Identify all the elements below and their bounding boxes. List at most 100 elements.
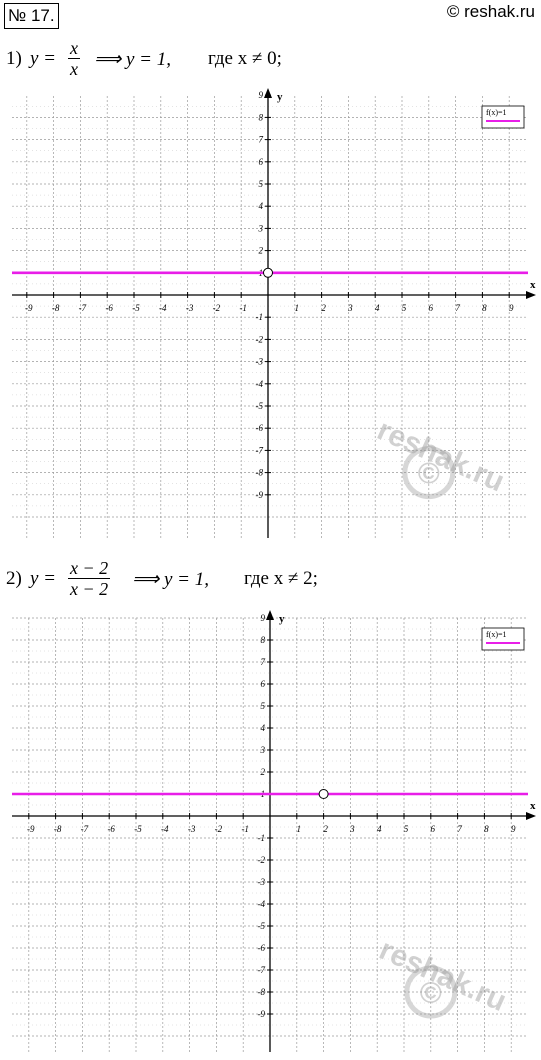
y-tick-label: 8: [259, 112, 264, 122]
x-tick-label: 5: [402, 303, 407, 313]
x-tick-label: -6: [107, 824, 115, 834]
formula-2-result: ⟹ y = 1,: [132, 569, 209, 590]
watermark-text: reshak.ru: [372, 413, 509, 498]
y-tick-label: 2: [261, 767, 266, 777]
legend-label: f(x)=1: [486, 630, 507, 639]
x-tick-label: -4: [161, 824, 169, 834]
legend-label: f(x)=1: [486, 108, 507, 117]
x-tick-label: -5: [132, 303, 140, 313]
formula-2-denominator: x − 2: [70, 579, 109, 599]
formula-1: 1) y = x x ⟹ y = 1, где x ≠ 0;: [6, 38, 526, 79]
graph-2-canvas: reshak.ru© x y -9 -8 -7 -6 -5 -4 -3 -2 -1 1 2 3 4 5 6 7 8 9 -…: [12, 610, 536, 1052]
y-tick-label: -7: [258, 965, 266, 975]
x-tick-label: -7: [79, 303, 87, 313]
y-tick-label: -3: [256, 357, 264, 367]
y-tick-label: -5: [258, 921, 266, 931]
x-tick-label: -6: [105, 303, 113, 313]
y-tick-label: -9: [258, 1009, 266, 1019]
site-copyright[interactable]: © reshak.ru: [447, 2, 535, 22]
x-axis-arrow-icon: [526, 291, 536, 299]
y-tick-label: 3: [260, 745, 266, 755]
y-tick-label: -1: [256, 312, 264, 322]
y-tick-label: -1: [258, 833, 266, 843]
y-tick-label: -6: [256, 423, 264, 433]
y-tick-label: -3: [258, 877, 266, 887]
x-axis-label: x: [530, 800, 536, 812]
y-axis-label: y: [279, 613, 285, 625]
formula-1-condition: где x ≠ 0;: [208, 48, 282, 69]
graph-1: reshak.ru © x y -9 -8 -7 -6 -5 -4 -3 -2 -1 1 2 3 4 5 6 7 8 9 -…: [0, 86, 541, 546]
y-tick-label: 6: [261, 679, 266, 689]
x-tick-label: 3: [347, 303, 353, 313]
y-tick-label: -8: [258, 987, 266, 997]
x-tick-label: -4: [159, 303, 167, 313]
x-tick-label: 4: [377, 824, 382, 834]
excluded-point: [263, 267, 273, 278]
formula-1-result: ⟹ y = 1,: [94, 49, 171, 70]
y-axis-label: y: [277, 91, 283, 103]
formula-2: 2) y = x − 2 x − 2 ⟹ y = 1, где x ≠ 2;: [6, 556, 526, 599]
x-axis-arrow-icon: [526, 812, 536, 820]
watermark-symbol: ©: [420, 977, 442, 1010]
x-tick-label: -3: [186, 303, 194, 313]
watermark: reshak.ru©: [374, 933, 511, 1019]
x-tick-label: -1: [241, 824, 249, 834]
formula-1-numerator: x: [68, 38, 80, 59]
x-tick-label: 4: [375, 303, 380, 313]
x-tick-label: 8: [482, 303, 487, 313]
y-tick-label: -6: [258, 943, 266, 953]
y-tick-label: -4: [258, 899, 266, 909]
x-tick-label: 1: [297, 824, 302, 834]
x-tick-label: 6: [431, 824, 436, 834]
x-tick-label: -8: [52, 303, 60, 313]
problem-number: № 17.: [4, 3, 59, 29]
y-tick-label: -7: [256, 445, 264, 455]
x-tick-label: 2: [323, 824, 328, 834]
y-tick-label: 7: [259, 135, 264, 145]
x-tick-label: -1: [239, 303, 247, 313]
y-tick-label: 5: [261, 701, 266, 711]
y-tick-label: 4: [261, 723, 266, 733]
x-tick-label: -8: [54, 824, 62, 834]
x-tick-label: 1: [295, 303, 300, 313]
x-tick-label: 6: [429, 303, 434, 313]
x-tick-label: -5: [134, 824, 142, 834]
formula-1-fraction: x x: [68, 38, 80, 79]
x-tick-label: -2: [213, 303, 221, 313]
graph-1-canvas: reshak.ru© x y -9 -8 -7 -6 -5 -4 -3 -2 -1 1 2 3 4 5 6 7 8 9 -…: [12, 88, 536, 538]
x-tick-label: -9: [27, 824, 35, 834]
watermark-text: reshak.ru: [374, 933, 511, 1018]
x-tick-label: 7: [457, 824, 462, 834]
y-tick-label: 7: [261, 657, 266, 667]
watermark-symbol: ©: [418, 458, 440, 491]
x-tick-label: -9: [25, 303, 33, 313]
formula-2-label: 2): [6, 568, 22, 589]
x-tick-label: 3: [349, 824, 355, 834]
watermark: reshak.ru©: [372, 413, 509, 500]
y-tick-label: -9: [256, 490, 264, 500]
x-tick-label: 9: [509, 303, 514, 313]
x-tick-label: 8: [484, 824, 489, 834]
formula-1-denominator: x: [70, 59, 78, 79]
y-axis-arrow-icon: [264, 88, 272, 98]
formula-1-lhs: y =: [30, 48, 57, 69]
x-tick-label: 7: [455, 303, 460, 313]
y-tick-label: 6: [259, 157, 264, 167]
legend: f(x)=1: [481, 627, 525, 651]
y-tick-label: -5: [256, 401, 264, 411]
formula-2-condition: где x ≠ 2;: [244, 568, 318, 589]
x-tick-label: -3: [188, 824, 196, 834]
excluded-point: [318, 789, 329, 799]
y-tick-label: 9: [261, 613, 266, 623]
y-tick-label: 9: [259, 90, 264, 100]
y-tick-label: 3: [258, 223, 264, 233]
formula-1-label: 1): [6, 48, 22, 69]
x-tick-label: -2: [215, 824, 223, 834]
y-tick-label: -4: [256, 379, 264, 389]
graph-2: reshak.ru © x y -9 -8 -7 -6 -5 -4 -3 -2 -1 1 2 3 4 5 6 7 8 9 -…: [0, 606, 541, 1060]
y-tick-label: -2: [258, 855, 266, 865]
x-tick-label: 9: [511, 824, 516, 834]
x-axis-label: x: [530, 279, 536, 291]
legend: f(x)=1: [481, 105, 525, 129]
y-tick-label: 8: [261, 635, 266, 645]
